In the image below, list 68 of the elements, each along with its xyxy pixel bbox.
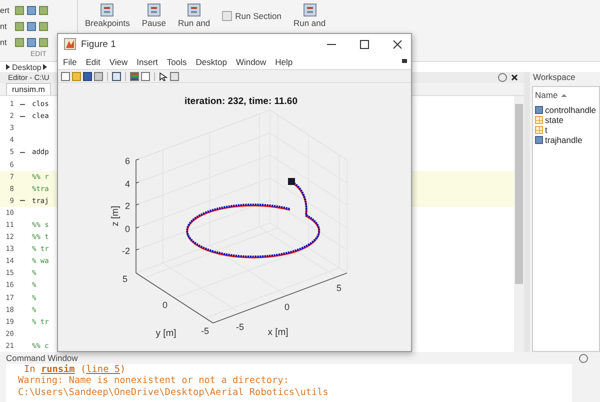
quadrotor-marker bbox=[288, 178, 295, 185]
sort-icon[interactable] bbox=[560, 94, 567, 96]
document-icon bbox=[186, 3, 202, 17]
tick-label: 6 bbox=[124, 156, 130, 166]
menu-item[interactable]: Help bbox=[275, 56, 293, 66]
variable-name[interactable]: state bbox=[545, 115, 564, 125]
toolstrip-button[interactable]: Run and bbox=[177, 2, 212, 29]
panel-title: Workspace bbox=[532, 72, 576, 84]
toolstrip-label: nt bbox=[0, 22, 8, 30]
trace-text: ) bbox=[120, 364, 126, 375]
trace-text: ( bbox=[80, 364, 86, 375]
tick-label: -5 bbox=[201, 326, 209, 336]
tick-label: 0 bbox=[162, 300, 168, 310]
variable-name[interactable]: controlhandle bbox=[545, 105, 596, 115]
path-segment[interactable]: Desktop bbox=[12, 62, 42, 72]
tick-label: 5 bbox=[122, 274, 128, 284]
maximize-icon[interactable] bbox=[360, 40, 368, 48]
panel-icon[interactable] bbox=[170, 72, 179, 80]
axis-label: z [m] bbox=[110, 206, 121, 226]
colorbar-icon[interactable] bbox=[130, 72, 139, 80]
close-icon[interactable] bbox=[392, 40, 402, 48]
function-link[interactable]: runsim bbox=[40, 364, 75, 375]
axis-label: y [m] bbox=[156, 328, 176, 339]
trace-text: In bbox=[24, 364, 36, 375]
figure-icon[interactable] bbox=[112, 72, 121, 80]
tick-label: 4 bbox=[124, 179, 130, 189]
document-icon bbox=[146, 3, 162, 17]
menu-item[interactable]: Desktop bbox=[196, 56, 227, 66]
object-icon bbox=[535, 106, 543, 114]
column-header[interactable]: Name bbox=[535, 90, 558, 100]
object-icon bbox=[535, 136, 543, 144]
menu-item[interactable]: View bbox=[109, 56, 128, 66]
plot-title: iteration: 232, time: 11.60 bbox=[184, 96, 298, 107]
menu-item[interactable]: Tools bbox=[166, 56, 187, 66]
toolstrip-button[interactable]: Run and bbox=[292, 2, 327, 29]
app-icon bbox=[64, 38, 76, 50]
pointer-icon[interactable] bbox=[159, 72, 168, 80]
document-icon bbox=[99, 3, 116, 17]
warning-message: Warning: Name is nonexistent or not a directory: C:\Users\Sandeep\OneDrive\Desktop\Aerial Robotics\utils bbox=[18, 375, 330, 399]
variable-name[interactable]: trajhandle bbox=[545, 135, 582, 145]
toolstrip-button[interactable]: Run Section bbox=[221, 10, 282, 22]
menu-item[interactable]: Insert bbox=[136, 56, 158, 66]
menu-item[interactable]: File bbox=[63, 56, 77, 66]
menu-item[interactable]: Window bbox=[236, 56, 266, 66]
toolstrip-button[interactable]: Pause bbox=[140, 2, 167, 29]
line-link[interactable]: line 5 bbox=[86, 364, 120, 375]
window-title: Figure 1 bbox=[81, 38, 117, 50]
tick-label: -2 bbox=[122, 246, 130, 256]
variable-name[interactable]: t bbox=[545, 125, 548, 135]
scrollbar[interactable] bbox=[514, 96, 524, 352]
tick-label: 2 bbox=[124, 201, 130, 211]
dropdown-icon[interactable] bbox=[579, 354, 588, 362]
menu-item[interactable]: Edit bbox=[86, 56, 100, 66]
tick-label: 5 bbox=[336, 283, 342, 293]
printer-icon[interactable] bbox=[94, 72, 103, 80]
file-tab[interactable]: runsim.m bbox=[6, 83, 51, 96]
tick-label: 0 bbox=[284, 302, 290, 312]
save-icon[interactable] bbox=[83, 72, 92, 80]
toolstrip-label: ert bbox=[0, 6, 10, 14]
axis-label: x [m] bbox=[268, 327, 288, 338]
close-icon[interactable] bbox=[511, 74, 518, 82]
toolstrip-label: nt bbox=[0, 38, 8, 46]
panel-title: Command Window bbox=[6, 353, 78, 363]
tick-label: 0 bbox=[124, 224, 130, 234]
dropdown-icon[interactable] bbox=[498, 73, 507, 82]
toolstrip-button[interactable]: Breakpoints bbox=[84, 2, 131, 29]
document-icon bbox=[302, 3, 318, 17]
tick-label: -5 bbox=[236, 322, 244, 332]
